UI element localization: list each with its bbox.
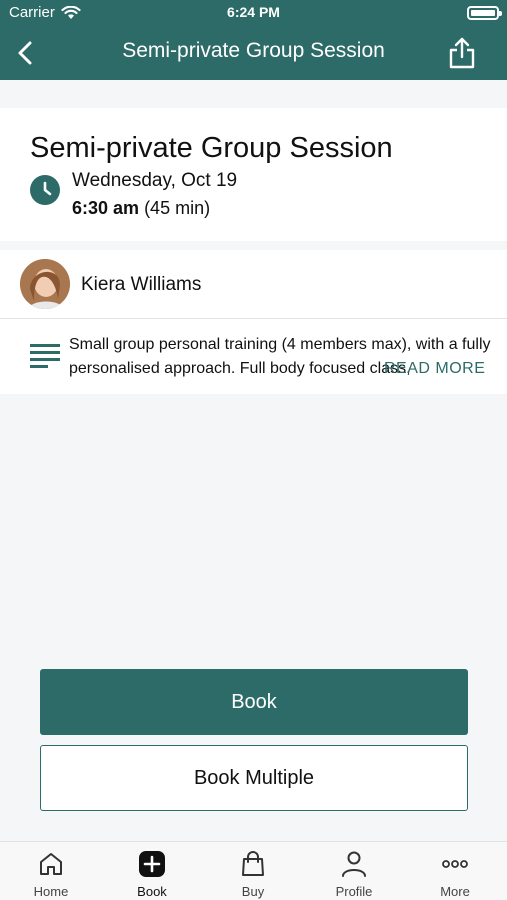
- session-title: Semi-private Group Session: [30, 132, 393, 164]
- top-header: Carrier 6:24 PM Semi-private Group Sessi…: [0, 0, 507, 80]
- tab-label: More: [440, 884, 470, 899]
- person-icon: [342, 851, 366, 877]
- book-multiple-button[interactable]: Book Multiple: [40, 745, 468, 811]
- shopping-bag-icon: [242, 851, 264, 876]
- session-duration: (45 min): [144, 198, 211, 218]
- plus-square-icon: [139, 851, 165, 877]
- session-date: Wednesday, Oct 19: [72, 170, 238, 191]
- navigation-bar: Semi-private Group Session: [0, 26, 507, 80]
- tab-label: Home: [33, 884, 69, 899]
- session-start-time: 6:30 am: [72, 198, 140, 218]
- divider: [0, 318, 507, 319]
- description-lines-icon: [30, 344, 60, 368]
- tab-buy[interactable]: Buy: [203, 842, 303, 900]
- read-more-link[interactable]: READ MORE: [384, 357, 485, 381]
- home-icon: [40, 853, 62, 875]
- tab-label: Profile: [335, 884, 373, 899]
- status-time: 6:24 PM: [227, 4, 280, 20]
- tab-label: Buy: [241, 884, 265, 899]
- page-title: Semi-private Group Session: [122, 39, 385, 62]
- clock-icon: [30, 175, 60, 205]
- book-button[interactable]: Book: [40, 669, 468, 735]
- session-info-card: Semi-private Group Session Wednesday, Oc…: [0, 108, 507, 241]
- back-icon[interactable]: [12, 38, 40, 68]
- bottom-tab-bar: Home Book Buy Profile More: [0, 841, 507, 900]
- status-bar: Carrier 6:24 PM: [0, 0, 507, 26]
- tab-profile[interactable]: Profile: [304, 842, 404, 900]
- avatar[interactable]: [20, 259, 70, 309]
- session-time: 6:30 am (45 min): [72, 198, 210, 219]
- share-icon[interactable]: [447, 36, 477, 70]
- tab-more[interactable]: More: [405, 842, 505, 900]
- battery-icon: [467, 6, 502, 20]
- instructor-card: Kiera Williams Small group personal trai…: [0, 250, 507, 394]
- instructor-name[interactable]: Kiera Williams: [81, 274, 201, 296]
- more-dots-icon: [442, 860, 468, 868]
- tab-book[interactable]: Book: [102, 842, 202, 900]
- tab-home[interactable]: Home: [1, 842, 101, 900]
- tab-label: Book: [137, 884, 167, 899]
